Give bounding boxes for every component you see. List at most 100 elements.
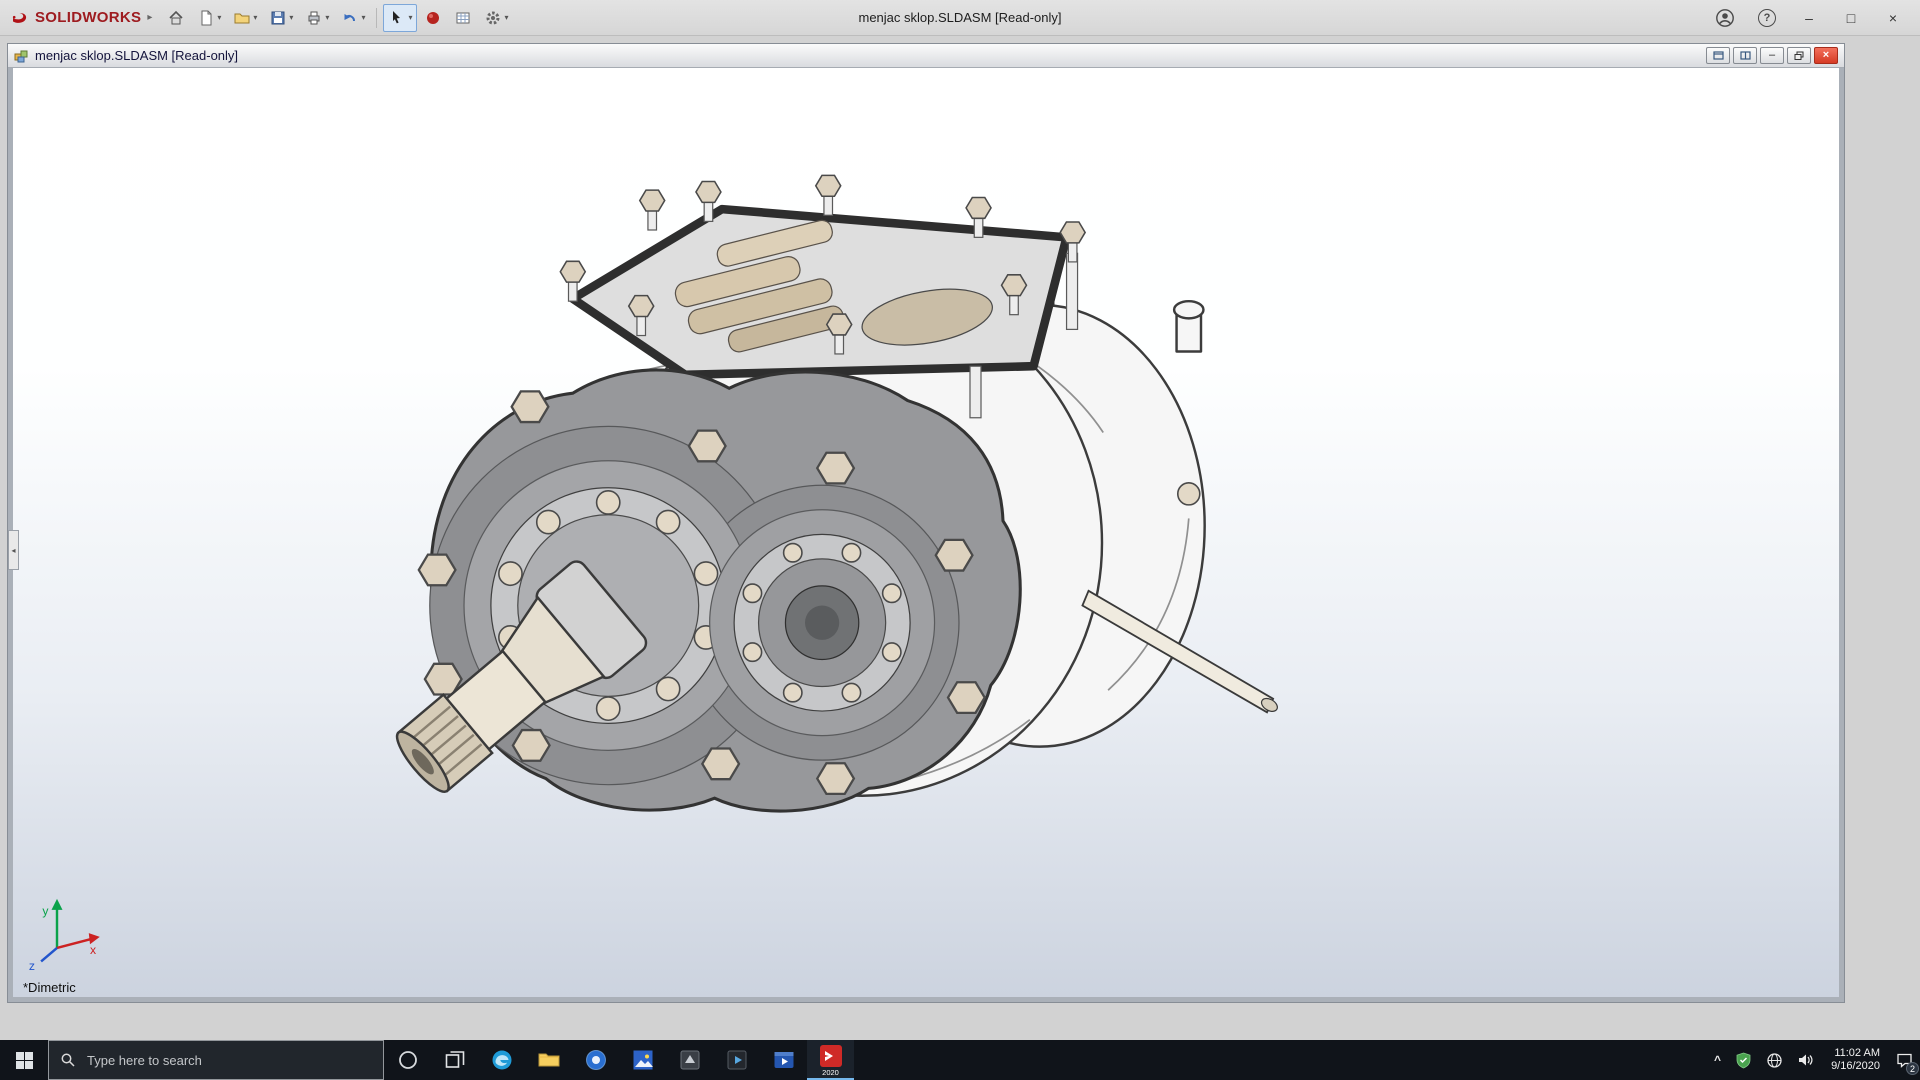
dropdown-caret-icon: ▾ bbox=[289, 13, 294, 22]
close-button[interactable]: × bbox=[1872, 0, 1914, 36]
action-center-button[interactable]: 2 bbox=[1889, 1040, 1920, 1080]
doc-float-button[interactable] bbox=[1706, 47, 1730, 64]
clock-time: 11:02 AM bbox=[1834, 1047, 1880, 1059]
restore-icon bbox=[1794, 51, 1804, 60]
undo-icon bbox=[344, 13, 356, 21]
dropdown-caret-icon: ▾ bbox=[325, 13, 330, 22]
taskbar-task-view-button[interactable] bbox=[431, 1040, 478, 1080]
taskbar-app-media-player[interactable] bbox=[713, 1040, 760, 1080]
doc-close-button[interactable]: × bbox=[1814, 47, 1838, 64]
tray-expand-button[interactable]: ^ bbox=[1707, 1040, 1728, 1080]
orientation-triad: y x z bbox=[29, 898, 100, 973]
select-tool-button[interactable]: ▾ bbox=[383, 3, 418, 32]
select-cursor-icon bbox=[393, 10, 401, 23]
start-button[interactable] bbox=[0, 1040, 48, 1080]
table-button[interactable] bbox=[449, 4, 477, 32]
solidworks-taskbar-icon: 2020 bbox=[819, 1044, 843, 1077]
window-title: menjac sklop.SLDASM [Read-only] bbox=[858, 10, 1062, 25]
triad-y-label: y bbox=[42, 904, 49, 918]
new-document-icon bbox=[201, 10, 212, 25]
open-folder-icon bbox=[234, 13, 250, 23]
front-plate bbox=[417, 368, 1022, 813]
solidworks-logo-icon bbox=[12, 12, 27, 23]
taskbar-app-browser[interactable] bbox=[572, 1040, 619, 1080]
split-window-icon bbox=[1739, 51, 1751, 60]
brand-name: SOLIDWORKS bbox=[35, 9, 142, 26]
help-button[interactable]: ? bbox=[1746, 0, 1788, 36]
taskbar-app-edge[interactable] bbox=[478, 1040, 525, 1080]
taskbar-app-file-explorer[interactable] bbox=[525, 1040, 572, 1080]
quick-access-toolbar: ▾ ▾ ▾ ▾ ▾ ▾ ▾ bbox=[162, 3, 513, 32]
viewport-3d[interactable]: y x z *Dimetric bbox=[8, 68, 1844, 1002]
windows-logo-icon bbox=[15, 1051, 33, 1069]
tray-volume-button[interactable] bbox=[1790, 1040, 1822, 1080]
account-button[interactable] bbox=[1704, 0, 1746, 36]
triad-z-label: z bbox=[29, 959, 35, 973]
shield-icon bbox=[1736, 1052, 1751, 1068]
taskbar: 2020 ^ 11:02 AM 9/16/2020 2 bbox=[0, 1040, 1920, 1080]
doc-minimize-button[interactable]: – bbox=[1760, 47, 1784, 64]
dropdown-caret-icon: ▾ bbox=[253, 13, 258, 22]
tray-clock[interactable]: 11:02 AM 9/16/2020 bbox=[1822, 1040, 1889, 1080]
taskbar-app-solidworks[interactable]: 2020 bbox=[807, 1040, 854, 1080]
dropdown-caret-icon: ▾ bbox=[217, 13, 222, 22]
dropdown-caret-icon: ▾ bbox=[408, 13, 413, 22]
chevron-up-icon: ^ bbox=[1714, 1053, 1722, 1067]
collapse-icon: ◂ bbox=[11, 545, 16, 555]
open-button[interactable]: ▾ bbox=[228, 4, 262, 32]
solidworks-logo: SOLIDWORKS bbox=[6, 8, 145, 28]
notification-badge: 2 bbox=[1906, 1062, 1919, 1075]
tray-network-button[interactable] bbox=[1759, 1040, 1790, 1080]
toolbar-separator bbox=[376, 7, 378, 28]
movies-icon bbox=[774, 1052, 793, 1068]
view-orientation-label: *Dimetric bbox=[23, 980, 76, 995]
undo-button[interactable]: ▾ bbox=[336, 4, 370, 32]
doc-dock-button[interactable] bbox=[1733, 47, 1757, 64]
search-input[interactable] bbox=[85, 1051, 372, 1069]
menu-expand-icon[interactable]: ▸ bbox=[147, 12, 152, 23]
user-icon bbox=[1716, 8, 1734, 27]
taskbar-app-photos[interactable] bbox=[619, 1040, 666, 1080]
tray-antivirus-button[interactable] bbox=[1728, 1040, 1759, 1080]
file-explorer-icon bbox=[538, 1053, 559, 1067]
solidworks-version-badge: 2020 bbox=[822, 1067, 839, 1077]
save-icon bbox=[271, 11, 285, 24]
doc-restore-button[interactable] bbox=[1787, 47, 1811, 64]
home-icon bbox=[169, 10, 183, 24]
document-window: menjac sklop.SLDASM [Read-only] – × y x … bbox=[8, 44, 1844, 1002]
assembly-icon bbox=[14, 50, 28, 63]
table-icon bbox=[456, 12, 470, 23]
browser-icon bbox=[585, 1050, 606, 1070]
dropdown-caret-icon: ▾ bbox=[504, 13, 509, 22]
photos-icon bbox=[633, 1050, 653, 1070]
appearance-button[interactable] bbox=[419, 4, 447, 32]
feature-panel-collapse-tab[interactable]: ◂ bbox=[8, 530, 19, 570]
app-titlebar: SOLIDWORKS ▸ ▾ ▾ ▾ ▾ ▾ ▾ ▾ menjac sklop.… bbox=[0, 0, 1920, 36]
document-window-controls: – × bbox=[1706, 47, 1838, 64]
system-tray: ^ 11:02 AM 9/16/2020 2 bbox=[1707, 1040, 1920, 1080]
maximize-button[interactable]: □ bbox=[1830, 0, 1872, 36]
save-button[interactable]: ▾ bbox=[264, 4, 298, 32]
home-button[interactable] bbox=[162, 4, 190, 32]
gear-icon bbox=[486, 11, 500, 24]
print-icon bbox=[308, 11, 320, 24]
taskbar-cortana-button[interactable] bbox=[384, 1040, 431, 1080]
document-titlebar[interactable]: menjac sklop.SLDASM [Read-only] – × bbox=[8, 44, 1844, 68]
search-box[interactable] bbox=[48, 1040, 384, 1080]
triad-x-label: x bbox=[90, 943, 96, 957]
taskbar-app-movies[interactable] bbox=[760, 1040, 807, 1080]
clock-date: 9/16/2020 bbox=[1831, 1060, 1880, 1072]
new-document-button[interactable]: ▾ bbox=[192, 4, 226, 32]
media-player-icon bbox=[727, 1050, 746, 1070]
options-button[interactable]: ▾ bbox=[479, 4, 513, 32]
document-title: menjac sklop.SLDASM [Read-only] bbox=[35, 48, 239, 63]
taskbar-app-edrawings[interactable] bbox=[666, 1040, 713, 1080]
red-sphere-icon bbox=[427, 11, 440, 24]
minimize-button[interactable]: – bbox=[1788, 0, 1830, 36]
print-button[interactable]: ▾ bbox=[300, 4, 334, 32]
cortana-icon bbox=[398, 1051, 417, 1069]
window-icon bbox=[1712, 51, 1724, 60]
help-icon: ? bbox=[1758, 8, 1776, 27]
edge-icon bbox=[492, 1050, 511, 1070]
gearbox-model[interactable]: y x z bbox=[13, 68, 1839, 997]
